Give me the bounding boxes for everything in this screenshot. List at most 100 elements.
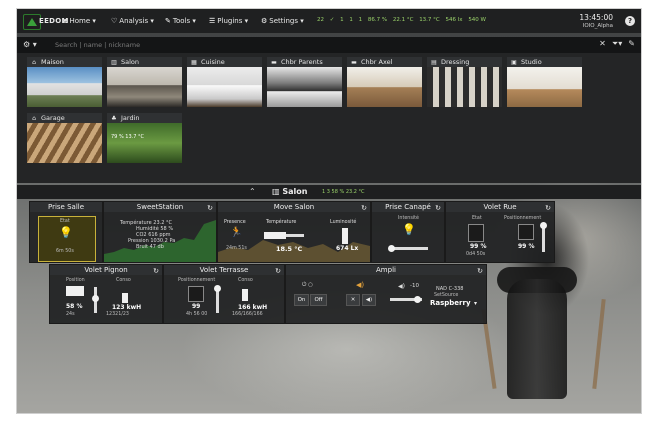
- room-photo: [427, 67, 502, 107]
- nav-settings[interactable]: ⚙ Settings ▾: [261, 17, 304, 25]
- presence-value: 24m 51s: [226, 246, 247, 251]
- reading-noise: Bruit 47 db: [136, 244, 164, 250]
- mute-button[interactable]: ✕: [346, 294, 360, 306]
- status-item[interactable]: 1: [340, 17, 344, 23]
- widget-title: SweetStation ↻: [104, 202, 216, 212]
- state-label: Etat: [60, 219, 70, 224]
- room-tile-salon[interactable]: ▥ Salon: [107, 57, 182, 109]
- refresh-icon[interactable]: ↻: [477, 266, 483, 276]
- widget-title-text: Volet Rue: [483, 203, 517, 211]
- sofa-icon: ▥: [111, 59, 117, 66]
- top-navbar: EEDOM ⌂ Home ▾ ♡ Analysis ▾ ✎ Tools ▾ ☰ Plug…: [17, 9, 641, 33]
- search-input[interactable]: [55, 39, 595, 51]
- refresh-icon[interactable]: ↻: [275, 266, 281, 276]
- position-duration: 24s: [66, 312, 75, 317]
- sweetstation-readings: Température 23.2 °C Humidité 58 % CO2 61…: [120, 220, 204, 250]
- help-icon[interactable]: ?: [625, 16, 635, 26]
- room-name: Chbr Parents: [281, 58, 323, 66]
- nav-plugins[interactable]: ☰ Plugins ▾: [209, 17, 248, 25]
- room-photo: [507, 67, 582, 107]
- volume-slider-knob[interactable]: [414, 296, 421, 303]
- widget-move-salon: Move Salon ↻ Presence Température Luminos…: [217, 201, 371, 263]
- room-tile-chbr-parents[interactable]: ▬ Chbr Parents: [267, 57, 342, 109]
- refresh-icon[interactable]: ↻: [153, 266, 159, 276]
- nav-tools-label: Tools ▾: [172, 17, 196, 25]
- shutter-position-box: [66, 286, 84, 296]
- chevron-down-icon[interactable]: ▾: [474, 300, 477, 307]
- search-bar: ⚙ ▾ ✕ ⏷▾ ✎: [17, 37, 641, 53]
- state-value: 99 %: [470, 243, 487, 250]
- status-item[interactable]: ✓: [330, 17, 335, 23]
- conso-gauge: [242, 289, 248, 301]
- state-label: Etat: [472, 216, 482, 221]
- intensity-slider[interactable]: [390, 247, 428, 250]
- edit-icon[interactable]: ✎: [628, 39, 635, 48]
- room-name: Salon: [121, 58, 140, 66]
- nav-plugins-label: Plugins ▾: [217, 17, 249, 25]
- app-frame: EEDOM ⌂ Home ▾ ♡ Analysis ▾ ✎ Tools ▾ ☰ Plug…: [16, 8, 642, 414]
- volume-icon: ◀): [398, 283, 405, 290]
- source-select[interactable]: Raspberry: [430, 299, 471, 307]
- luminosite-gauge: [342, 228, 348, 244]
- room-name: Maison: [41, 58, 64, 66]
- status-item[interactable]: 540 W: [468, 17, 486, 23]
- room-photo: [347, 67, 422, 107]
- power-status: ⏻ ○: [302, 282, 313, 288]
- shutter-position-knob[interactable]: [214, 285, 221, 292]
- refresh-icon[interactable]: ↻: [435, 203, 441, 213]
- chevron-up-icon[interactable]: ⌃: [249, 187, 256, 196]
- lightbulb-icon[interactable]: 💡: [402, 223, 416, 236]
- room-header-bar: ⌃ ▥ Salon 1 3 58 % 23.2 °C: [17, 185, 641, 199]
- status-item[interactable]: 1: [359, 17, 363, 23]
- power-on-button[interactable]: On: [294, 294, 309, 306]
- widget-title-text: Move Salon: [273, 203, 315, 211]
- unmute-button[interactable]: ◀): [362, 294, 376, 306]
- widget-volet-terrasse: Volet Terrasse ↻ Positionnement Conso 99 …: [163, 264, 285, 324]
- status-item[interactable]: 22: [317, 17, 324, 23]
- intensity-slider-knob[interactable]: [388, 245, 395, 252]
- status-item[interactable]: 22.1 °C: [393, 17, 414, 23]
- widget-title-text: SweetStation: [136, 203, 184, 211]
- position-value: 99: [192, 303, 201, 310]
- status-item[interactable]: 86.7 %: [368, 17, 387, 23]
- refresh-icon[interactable]: ↻: [545, 203, 551, 213]
- analysis-icon: ♡: [111, 17, 118, 25]
- nav-analysis[interactable]: ♡ Analysis ▾: [111, 17, 154, 25]
- room-overview: ⌂ Maison ▥ Salon ▦ Cuisine ▬ Chbr Parents ▬ C…: [17, 53, 641, 183]
- room-tile-maison[interactable]: ⌂ Maison: [27, 57, 102, 109]
- room-tile-chbr-axel[interactable]: ▬ Chbr Axel: [347, 57, 422, 109]
- instance-name: IOIO_Alpha: [582, 23, 613, 29]
- status-item[interactable]: 546 lx: [446, 17, 463, 23]
- conso-history: 166/166/166: [232, 312, 263, 317]
- room-tile-jardin[interactable]: ♣ Jardin 79 % 13.7 °C: [107, 113, 182, 165]
- position-value: 58 %: [66, 303, 83, 310]
- position-duration: 4h 56 00: [186, 312, 208, 317]
- status-item[interactable]: 1: [349, 17, 353, 23]
- source-label: SetSource: [434, 293, 459, 298]
- room-tile-garage[interactable]: ⌂ Garage: [27, 113, 102, 165]
- current-room-title[interactable]: ▥ Salon: [272, 187, 307, 196]
- shutter-position-knob[interactable]: [92, 295, 99, 302]
- room-photo: [187, 67, 262, 107]
- shutter-position-box: [518, 224, 534, 240]
- garage-icon: ⌂: [32, 115, 36, 122]
- nav-home[interactable]: ⌂ Home ▾: [63, 17, 96, 25]
- current-room-stats: 1 3 58 % 23.2 °C: [322, 189, 365, 195]
- room-tile-studio[interactable]: ▣ Studio: [507, 57, 582, 109]
- shutter-position-knob[interactable]: [540, 222, 547, 229]
- room-tile-dressing[interactable]: ▤ Dressing: [427, 57, 502, 109]
- lightbulb-icon[interactable]: 💡: [59, 226, 73, 239]
- device-name: NAD C-338: [436, 286, 464, 292]
- clear-icon[interactable]: ✕: [599, 39, 606, 48]
- display-options-button[interactable]: ⚙ ▾: [23, 40, 49, 50]
- room-header: ▦ Cuisine: [187, 57, 262, 67]
- room-header: ▥ Salon: [107, 57, 182, 67]
- room-photo: [267, 67, 342, 107]
- filter-icon[interactable]: ⏷▾: [612, 39, 622, 48]
- room-tile-cuisine[interactable]: ▦ Cuisine: [187, 57, 262, 109]
- power-off-button[interactable]: Off: [310, 294, 327, 306]
- nav-tools[interactable]: ✎ Tools ▾: [165, 17, 196, 25]
- widget-volet-rue: Volet Rue ↻ Etat Positionnement 99 % 99 %…: [445, 201, 555, 263]
- room-photo: 79 % 13.7 °C: [107, 123, 182, 163]
- status-item[interactable]: 13.7 °C: [419, 17, 440, 23]
